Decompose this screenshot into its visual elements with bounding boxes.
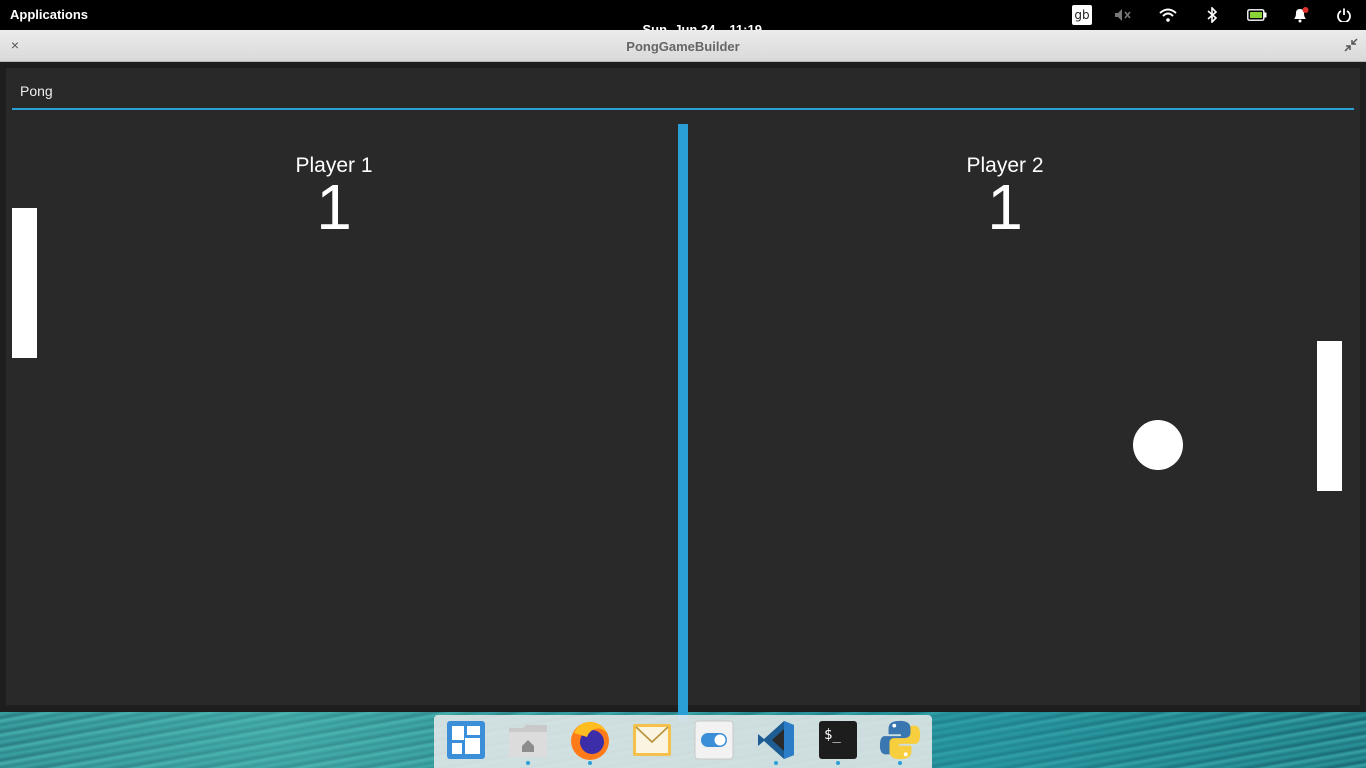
- terminal-icon[interactable]: $_: [817, 719, 859, 765]
- bluetooth-icon[interactable]: [1204, 6, 1220, 24]
- player1-paddle: [12, 208, 37, 358]
- dock: $_: [434, 715, 932, 768]
- files-icon[interactable]: [507, 719, 549, 765]
- power-icon[interactable]: [1335, 6, 1353, 24]
- system-settings-icon[interactable]: [693, 719, 735, 761]
- python-icon[interactable]: [879, 719, 921, 765]
- center-net: [678, 124, 688, 721]
- player2-paddle: [1317, 341, 1342, 491]
- app-content: Pong Player 1 1 Player 2 1: [6, 68, 1360, 721]
- player2-score: 1: [987, 171, 1023, 243]
- running-indicator: [526, 761, 530, 765]
- running-indicator: [588, 761, 592, 765]
- svg-text:$_: $_: [824, 727, 841, 743]
- running-indicator: [836, 761, 840, 765]
- tab-bar: Pong: [12, 68, 1354, 110]
- window-titlebar[interactable]: × PongGameBuilder: [0, 30, 1366, 62]
- mail-icon[interactable]: [631, 719, 673, 761]
- top-panel: Applications Sun, Jun 2411:19 gb: [0, 0, 1366, 37]
- firefox-icon[interactable]: [569, 719, 611, 765]
- unmaximize-icon[interactable]: [1344, 38, 1358, 52]
- game-field[interactable]: Player 1 1 Player 2 1: [6, 124, 1360, 721]
- multitasking-view-icon[interactable]: [445, 719, 487, 761]
- vscode-icon[interactable]: [755, 719, 797, 765]
- pong-window: × PongGameBuilder Pong Player 1 1 Player…: [0, 30, 1366, 721]
- player1-score: 1: [316, 171, 352, 243]
- wifi-icon[interactable]: [1157, 6, 1179, 24]
- tab-pong[interactable]: Pong: [20, 83, 53, 99]
- notifications-icon[interactable]: [1290, 6, 1310, 24]
- ball: [1133, 420, 1183, 470]
- keyboard-layout-indicator[interactable]: gb: [1072, 5, 1092, 25]
- battery-icon[interactable]: [1246, 6, 1268, 24]
- window-title: PongGameBuilder: [626, 39, 740, 54]
- applications-menu[interactable]: Applications: [10, 7, 88, 22]
- running-indicator: [898, 761, 902, 765]
- sound-muted-icon[interactable]: [1113, 6, 1133, 24]
- running-indicator: [774, 761, 778, 765]
